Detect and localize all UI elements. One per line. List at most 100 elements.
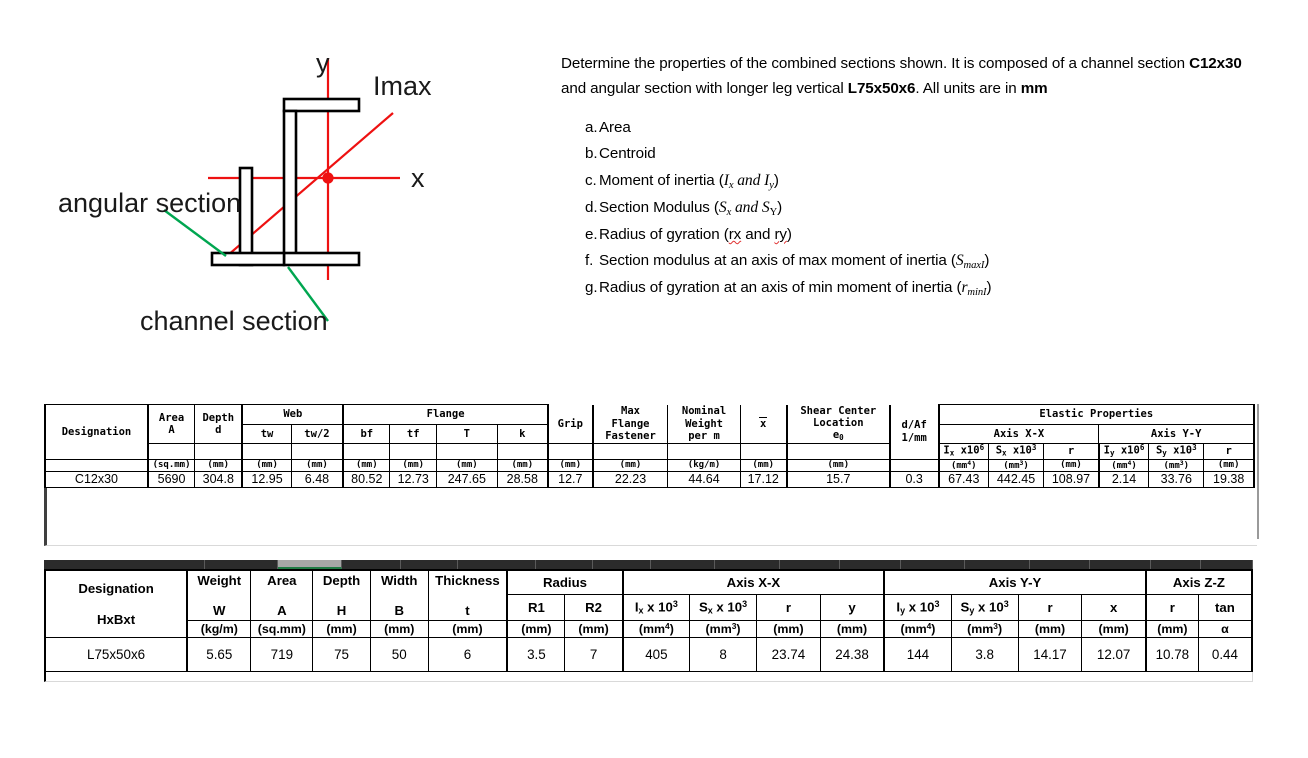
top-content-area: y x Imax angular section channel section…	[0, 0, 1308, 392]
table-row: C12x30 5690 304.8 12.95 6.48 80.52 12.73…	[44, 471, 1256, 488]
t1-cell-ry-sym: r	[1203, 443, 1256, 460]
col-band-seg	[342, 560, 402, 569]
t1-unit-depth: (mm)	[194, 458, 243, 473]
t1-cell-Ix-sym: Ix x106	[937, 443, 989, 460]
t2-group-axis-xx: Axis X-X	[621, 569, 885, 595]
spreadsheet-column-band	[44, 560, 1254, 569]
col-band-seg	[536, 560, 594, 569]
t2-val-x: 12.07	[1081, 637, 1147, 672]
table-row: Designation Area A Depth d Web Flange Gr…	[44, 403, 1256, 460]
t1-cell-maxflange: Max Flange Fastener	[591, 404, 669, 445]
list-item: d. Section Modulus (Sx and SY)	[561, 195, 1261, 222]
t1-unit-Sx: (mm3)	[987, 458, 1045, 473]
t2-unit-Sx: (mm3)	[689, 620, 758, 638]
t1-val-designation: C12x30	[44, 471, 149, 488]
t1-blank-4	[290, 443, 344, 460]
t1-unit-area: (sq.mm)	[146, 458, 196, 473]
t2-unit-rx: (mm)	[756, 620, 821, 638]
t1-unit-T: (mm)	[436, 458, 498, 473]
t2-cell-x-sym: x	[1081, 593, 1147, 622]
t2-val-R1: 3.5	[506, 637, 566, 672]
t1-unit-nominal: (kg/m)	[667, 458, 741, 473]
t1-val-rx: 108.97	[1043, 471, 1100, 488]
table-row: L75x50x6 5.65 719 75 50 6 3.5 7 405 8 23…	[43, 637, 1253, 672]
t1-val-nominal: 44.64	[667, 471, 741, 488]
t2-unit-area: (sq.mm)	[250, 620, 314, 638]
list-item: g. Radius of gyration at an axis of min …	[561, 275, 1261, 302]
t1-blank-11	[667, 443, 741, 460]
t1-cell-tw: tw	[241, 423, 292, 445]
t1-cell-bf: bf	[342, 423, 391, 445]
angle-vertical-leg	[238, 166, 254, 267]
t2-unit-weight: (kg/m)	[186, 620, 252, 638]
channel-section-label: channel section	[140, 306, 328, 336]
t1-val-tf: 12.73	[389, 471, 438, 488]
t2-val-width: 50	[369, 637, 429, 672]
table-row: (kg/m) (sq.mm) (mm) (mm) (mm) (mm) (mm) …	[45, 620, 1253, 638]
t2-unit-x: (mm)	[1081, 620, 1147, 638]
list-marker: f.	[585, 252, 594, 270]
t2-val-y: 24.38	[819, 637, 885, 672]
t1-cell-depth: Depth d	[194, 403, 243, 445]
t2-unit-R1: (mm)	[506, 620, 566, 638]
t1-unit-Sy: (mm3)	[1148, 458, 1205, 473]
problem-statement-block: Determine the properties of the combined…	[561, 52, 1261, 302]
t1-val-bf: 80.52	[342, 471, 391, 488]
t1-val-shear: 15.7	[785, 471, 891, 488]
col-band-seg-selected	[278, 560, 342, 569]
channel-section-table-wrapper: Designation Area A Depth d Web Flange Gr…	[44, 403, 1256, 488]
channel-top-flange	[282, 97, 361, 113]
angle-section-table: Designation HxBxt Weight W Area A Depth …	[43, 569, 1254, 672]
t2-cell-R2: R2	[564, 593, 624, 622]
t1-blank-5	[342, 443, 391, 460]
t2-val-R2: 7	[564, 637, 624, 672]
t1-cell-T: T	[436, 423, 498, 445]
list-item: c. Moment of inertia (Ix and Iy)	[561, 168, 1261, 195]
col-band-seg	[901, 560, 966, 569]
t1-subgroup-axis-yy: Axis Y-Y	[1098, 423, 1256, 445]
t1-cell-tw2: tw/2	[290, 423, 344, 445]
t1-cell-grip: Grip	[547, 404, 594, 445]
t1-cell-Iy-sym: Iy x106	[1097, 443, 1150, 460]
t1-blank-8	[496, 443, 549, 460]
t2-val-Ix: 405	[621, 637, 691, 672]
cross-section-figure: y x Imax angular section channel section	[40, 40, 540, 350]
channel-bottom-flange	[282, 251, 361, 267]
col-band-seg	[1151, 560, 1202, 569]
col-band-seg	[401, 560, 458, 569]
list-marker: b.	[585, 145, 598, 163]
t1-cell-daf: d/Af 1/mm	[888, 404, 940, 460]
t2-unit-Iy: (mm4)	[883, 620, 952, 638]
t2-cell-area: Area A	[250, 569, 314, 622]
x-axis-label: x	[411, 163, 425, 193]
channel-designation-bold: C12x30	[1189, 55, 1242, 72]
t1-group-web: Web	[241, 404, 344, 425]
t2-val-rx: 23.74	[756, 637, 821, 672]
table-row: (sq.mm) (mm) (mm) (mm) (mm) (mm) (mm) (m…	[44, 458, 1256, 473]
t2-cell-y-sym: y	[819, 593, 885, 622]
t1-unit-bf: (mm)	[342, 458, 391, 473]
col-band-seg	[780, 560, 841, 569]
t1-unit-k: (mm)	[496, 458, 549, 473]
t1-cell-nominal-weight: Nominal Weight per m	[667, 404, 741, 445]
t2-val-weight: 5.65	[186, 637, 252, 672]
t1-unit-grip: (mm)	[547, 458, 594, 473]
col-band-seg	[205, 560, 279, 569]
table2-bottom-strip	[44, 672, 1253, 682]
t2-val-ry: 14.17	[1017, 637, 1083, 672]
t2-group-axis-zz: Axis Z-Z	[1144, 569, 1254, 595]
t2-unit-thickness: (mm)	[427, 620, 508, 638]
t2-val-Sx: 8	[689, 637, 758, 672]
t1-cell-xbar: x	[739, 404, 788, 445]
t1-val-k: 28.58	[496, 471, 549, 488]
centroid-point	[322, 172, 334, 184]
angle-section-table-wrapper: Designation HxBxt Weight W Area A Depth …	[43, 560, 1254, 682]
t2-val-Iy: 144	[883, 637, 952, 672]
t1-unit-Ix: (mm4)	[937, 458, 989, 473]
channel-web	[282, 109, 298, 266]
col-band-seg	[44, 560, 205, 569]
t1-unit-shear: (mm)	[785, 458, 891, 473]
t2-cell-rx-sym: r	[756, 593, 821, 622]
t2-cell-Ix-sym: Ix x 103	[621, 593, 691, 622]
t1-val-tw: 12.95	[241, 471, 292, 488]
